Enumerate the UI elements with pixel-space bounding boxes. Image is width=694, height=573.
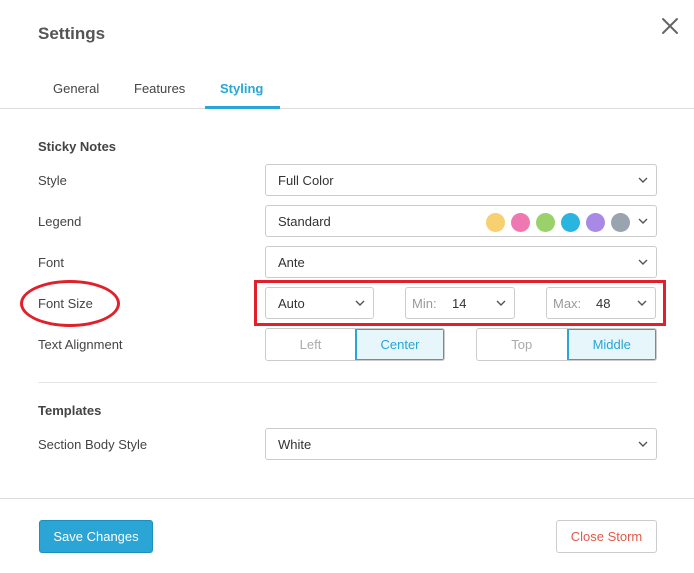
close-storm-button[interactable]: Close Storm: [556, 520, 657, 553]
tab-general[interactable]: General: [53, 81, 99, 96]
tab-features[interactable]: Features: [134, 81, 185, 96]
chevron-down-icon: [638, 177, 648, 183]
font-size-min-select[interactable]: Min: 14: [405, 287, 515, 319]
legend-swatch: [611, 213, 630, 232]
chevron-down-icon: [355, 300, 365, 306]
active-tab-indicator: [205, 106, 280, 109]
horizontal-alignment-group: Left Center: [265, 328, 445, 361]
tab-bar: General Features Styling: [0, 72, 694, 109]
section-divider: [38, 382, 657, 383]
save-changes-button[interactable]: Save Changes: [39, 520, 153, 553]
align-center-button[interactable]: Center: [355, 329, 444, 360]
chevron-down-icon: [496, 300, 506, 306]
section-body-style-label: Section Body Style: [38, 437, 148, 452]
style-value: Full Color: [278, 173, 334, 188]
section-title-sticky-notes: Sticky Notes: [38, 139, 117, 154]
page-title: Settings: [38, 24, 106, 43]
legend-swatch: [586, 213, 605, 232]
legend-swatch: [561, 213, 580, 232]
section-title-templates: Templates: [38, 403, 102, 418]
style-select[interactable]: Full Color: [265, 164, 657, 196]
section-body-style-value: White: [278, 437, 312, 452]
legend-swatch: [511, 213, 530, 232]
legend-swatch: [536, 213, 555, 232]
font-size-mode-select[interactable]: Auto: [265, 287, 374, 319]
vertical-alignment-group: Top Middle: [476, 328, 657, 361]
font-select[interactable]: Ante: [265, 246, 657, 278]
max-prefix: Max:: [553, 296, 582, 311]
chevron-down-icon: [637, 300, 647, 306]
style-label: Style: [38, 173, 67, 188]
max-value: 48: [596, 296, 611, 311]
chevron-down-icon: [638, 218, 648, 224]
font-value: Ante: [278, 255, 305, 270]
chevron-down-icon: [638, 259, 648, 265]
legend-value: Standard: [278, 214, 331, 229]
min-prefix: Min:: [412, 296, 437, 311]
tab-styling[interactable]: Styling: [220, 81, 263, 96]
legend-color-swatches: [486, 213, 630, 232]
text-alignment-label: Text Alignment: [38, 337, 123, 352]
align-left-button[interactable]: Left: [266, 329, 355, 360]
font-size-label: Font Size: [38, 296, 93, 311]
font-label: Font: [38, 255, 65, 270]
footer-divider: [0, 498, 694, 499]
align-top-button[interactable]: Top: [477, 329, 567, 360]
close-icon[interactable]: [660, 16, 680, 36]
font-size-mode-value: Auto: [278, 296, 305, 311]
align-middle-button[interactable]: Middle: [566, 329, 656, 360]
legend-select[interactable]: Standard: [265, 205, 657, 237]
legend-label: Legend: [38, 214, 82, 229]
min-value: 14: [452, 296, 467, 311]
section-body-style-select[interactable]: White: [265, 428, 657, 460]
font-size-max-select[interactable]: Max: 48: [546, 287, 656, 319]
legend-swatch: [486, 213, 505, 232]
chevron-down-icon: [638, 441, 648, 447]
